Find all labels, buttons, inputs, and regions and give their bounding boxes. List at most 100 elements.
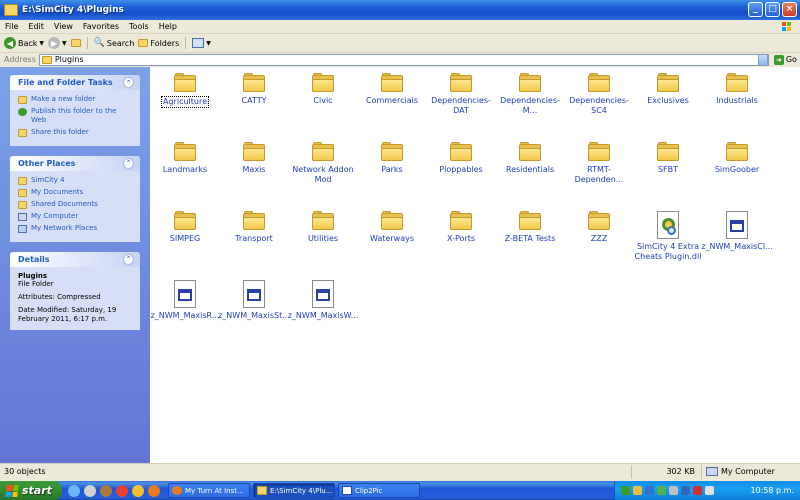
task-button[interactable]: My Turn At Inst...: [168, 483, 250, 498]
folder-item[interactable]: Exclusives: [632, 73, 704, 106]
file-list[interactable]: Agriculture CATTY Civic Commercials Dependen…: [150, 67, 800, 463]
go-arrow-icon: ➜: [773, 54, 784, 65]
folder-item[interactable]: RTMT-Dependen...: [563, 142, 635, 184]
item-label: ZZZ: [590, 234, 608, 243]
item-label: z_NWM_MaxisCl...: [701, 242, 773, 251]
panel-header[interactable]: Other Places ⌃: [10, 155, 140, 171]
folder-item[interactable]: Waterways: [356, 211, 428, 244]
folder-icon: [657, 142, 679, 162]
item-label: SIMPEG: [169, 234, 201, 243]
menu-view[interactable]: View: [49, 22, 78, 31]
collapse-icon[interactable]: ⌃: [123, 157, 134, 169]
folders-button[interactable]: Folders: [138, 39, 179, 48]
maximize-button[interactable]: □: [765, 2, 780, 17]
folder-item[interactable]: Utilities: [287, 211, 359, 244]
start-button[interactable]: start: [0, 481, 62, 500]
place-my-network[interactable]: My Network Places: [18, 224, 132, 233]
task-button[interactable]: E:\SimCity 4\Plu...: [253, 483, 335, 498]
folder-item[interactable]: Commercials: [356, 73, 428, 106]
folder-item[interactable]: Ploppables: [425, 142, 497, 175]
forward-button[interactable]: ▶ ▼: [48, 37, 67, 49]
folder-item[interactable]: Agriculture: [149, 73, 221, 108]
place-my-documents[interactable]: My Documents: [18, 188, 132, 197]
place-simcity4[interactable]: SimCity 4: [18, 176, 132, 185]
folder-icon: [312, 211, 334, 231]
folder-item[interactable]: Parks: [356, 142, 428, 175]
network-icon[interactable]: [657, 486, 666, 495]
folder-item[interactable]: Landmarks: [149, 142, 221, 175]
messenger-icon[interactable]: [132, 484, 144, 497]
folder-item[interactable]: Civic: [287, 73, 359, 106]
menu-help[interactable]: Help: [154, 22, 182, 31]
menu-tools[interactable]: Tools: [124, 22, 154, 31]
folder-icon: [41, 55, 52, 64]
place-shared-documents[interactable]: Shared Documents: [18, 200, 132, 209]
address-dropdown[interactable]: [757, 53, 768, 66]
app-icon[interactable]: [84, 484, 96, 497]
menu-favorites[interactable]: Favorites: [78, 22, 124, 31]
folder-item[interactable]: Dependencies-DAT: [425, 73, 497, 115]
folder-item[interactable]: CATTY: [218, 73, 290, 106]
folder-icon: [312, 142, 334, 162]
folder-item[interactable]: Maxis: [218, 142, 290, 175]
menu-edit[interactable]: Edit: [23, 22, 49, 31]
taskbar: start My Turn At Inst... E:\SimCity 4\Pl…: [0, 481, 800, 500]
toolbar: ◀ Back ▼ ▶ ▼ 🔍 Search Folders ▼: [0, 35, 800, 51]
opera-icon[interactable]: [116, 484, 128, 497]
menu-file[interactable]: File: [0, 22, 23, 31]
folder-item[interactable]: Z-BETA Tests: [494, 211, 566, 244]
panel-header[interactable]: File and Folder Tasks ⌃: [10, 75, 140, 90]
folder-item[interactable]: ZZZ: [563, 211, 635, 244]
folder-item[interactable]: Dependencies-M...: [494, 73, 566, 115]
search-button[interactable]: 🔍 Search: [94, 38, 135, 48]
new-folder-icon: [18, 96, 27, 104]
folder-item[interactable]: X-Ports: [425, 211, 497, 244]
folder-item[interactable]: Dependencies-SC4: [563, 73, 635, 115]
file-item[interactable]: z_NWM_MaxisR...: [149, 280, 221, 321]
file-item[interactable]: SimCity 4 Extra Cheats Plugin.dll: [632, 211, 704, 261]
file-item[interactable]: z_NWM_MaxisSt...: [218, 280, 290, 321]
views-button[interactable]: ▼: [192, 38, 211, 48]
title-bar[interactable]: E:\SimCity 4\Plugins _ □ ×: [0, 0, 800, 20]
share-folder-link[interactable]: Share this folder: [18, 128, 132, 137]
firefox-icon[interactable]: [148, 484, 160, 497]
up-button[interactable]: [70, 39, 81, 47]
collapse-icon[interactable]: ⌃: [123, 77, 134, 88]
chevron-down-icon: ▼: [206, 39, 211, 47]
publish-folder-link[interactable]: Publish this folder to the Web: [18, 107, 132, 125]
collapse-icon[interactable]: ⌃: [123, 253, 134, 265]
folder-item[interactable]: SIMPEG: [149, 211, 221, 244]
tray-icon[interactable]: [645, 486, 654, 495]
address-input[interactable]: Plugins: [38, 53, 769, 66]
volume-icon[interactable]: [705, 486, 714, 495]
task-label: My Turn At Inst...: [185, 486, 244, 495]
views-icon: [192, 38, 205, 48]
folder-item[interactable]: Residentials: [494, 142, 566, 175]
minimize-button[interactable]: _: [748, 2, 763, 17]
close-button[interactable]: ×: [782, 2, 797, 17]
bluetooth-icon[interactable]: [681, 486, 690, 495]
make-new-folder-link[interactable]: Make a new folder: [18, 95, 132, 104]
panel-header[interactable]: Details ⌃: [10, 251, 140, 267]
back-button[interactable]: ◀ Back ▼: [4, 37, 44, 49]
place-my-computer[interactable]: My Computer: [18, 212, 132, 221]
tray-icon[interactable]: [633, 486, 642, 495]
file-item[interactable]: z_NWM_MaxisW...: [287, 280, 359, 321]
forward-arrow-icon: ▶: [48, 37, 61, 49]
folder-item[interactable]: Transport: [218, 211, 290, 244]
ie-icon[interactable]: [68, 484, 80, 497]
security-icon[interactable]: [693, 486, 702, 495]
tray-icon[interactable]: [621, 486, 630, 495]
tray-icon[interactable]: [669, 486, 678, 495]
folder-item[interactable]: Network Addon Mod: [287, 142, 359, 184]
item-label: Z-BETA Tests: [504, 234, 556, 243]
folder-item[interactable]: Industrials: [701, 73, 773, 106]
file-item[interactable]: z_NWM_MaxisCl...: [701, 211, 773, 252]
task-button[interactable]: Clip2Pic: [338, 483, 420, 498]
folder-item[interactable]: SimGoober: [701, 142, 773, 175]
go-button[interactable]: ➜ Go: [773, 54, 797, 65]
folder-item[interactable]: SFBT: [632, 142, 704, 175]
folder-icon: [257, 486, 267, 495]
detail-attributes: Attributes: Compressed: [18, 292, 101, 301]
app-icon[interactable]: [100, 484, 112, 497]
